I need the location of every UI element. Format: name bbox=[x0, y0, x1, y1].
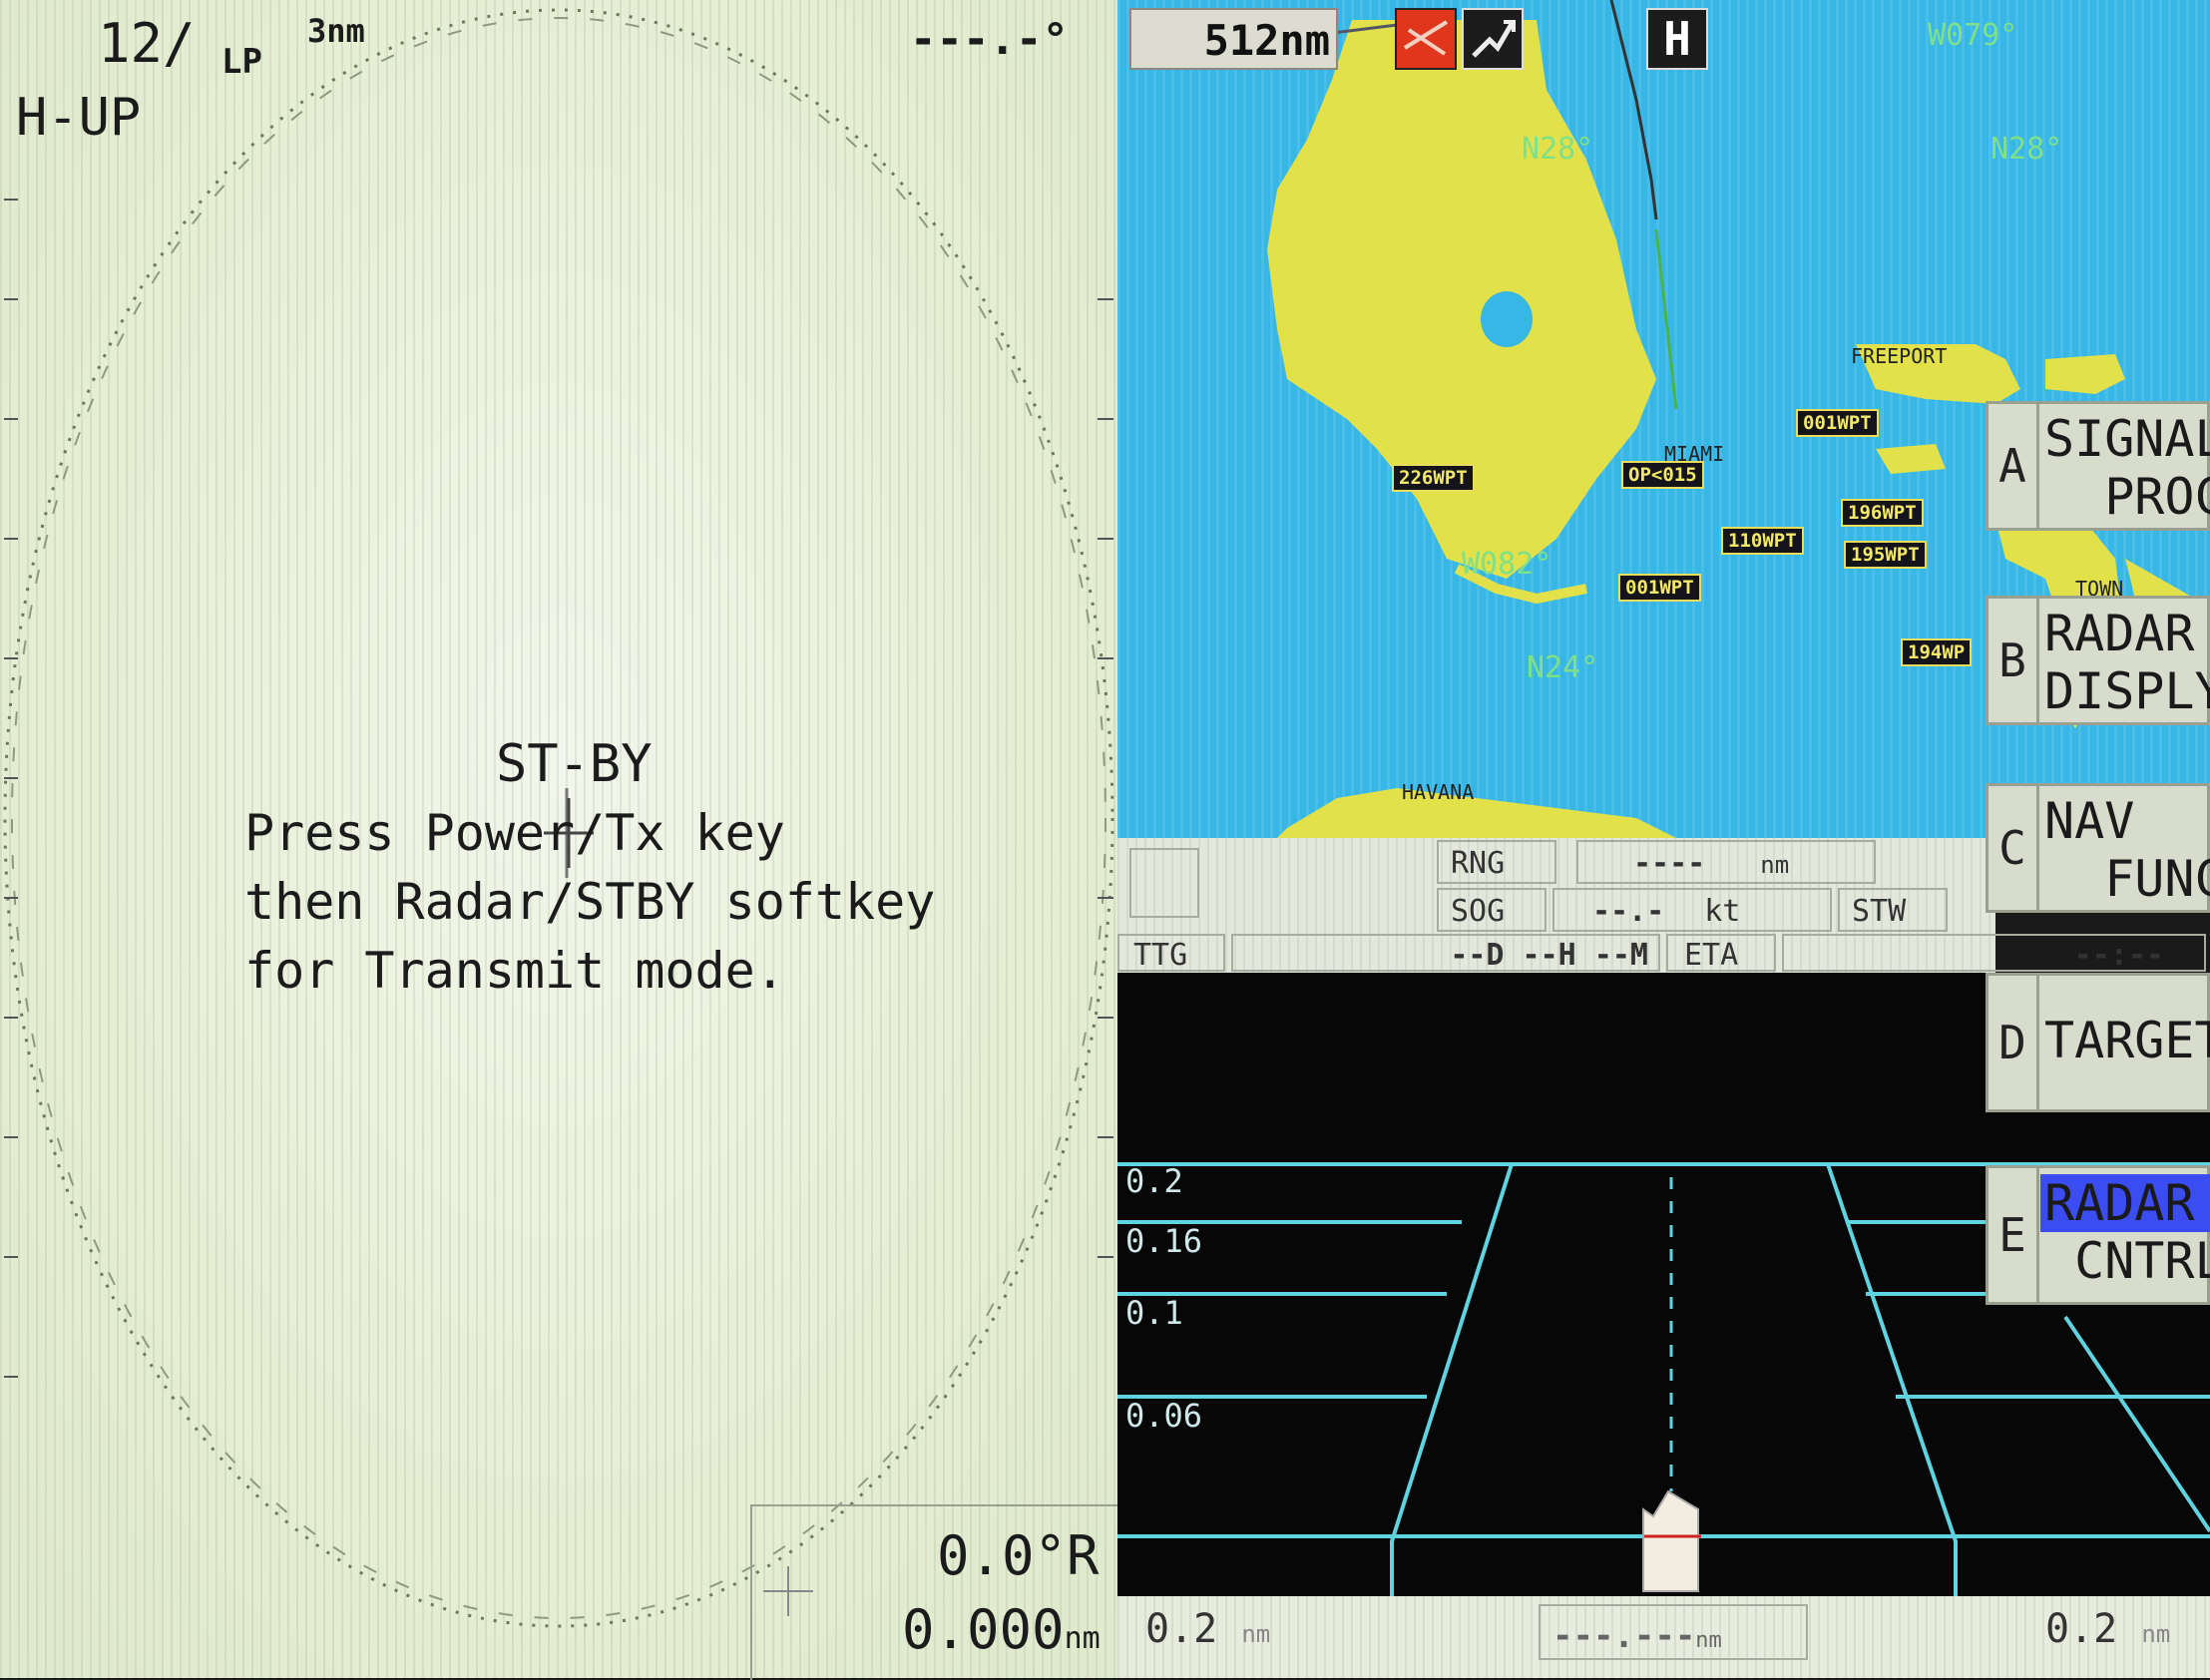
rng-unit: nm bbox=[1760, 851, 1790, 879]
softkey-letter: B bbox=[1989, 599, 2039, 722]
eta-value: --:-- bbox=[1782, 934, 2206, 973]
cursor-range-value: 0.000 bbox=[902, 1598, 1065, 1661]
rng-value: ---- nm bbox=[1576, 840, 1876, 884]
route-icon[interactable] bbox=[1462, 8, 1524, 70]
waypoint-marker[interactable]: 001WPT bbox=[1796, 409, 1879, 437]
right-scale-value: 0.2 bbox=[2045, 1606, 2118, 1652]
place-label: HAVANA bbox=[1402, 780, 1475, 804]
standby-status: ST-BY bbox=[496, 734, 653, 794]
xte-unit: nm bbox=[1695, 1628, 1722, 1653]
range-scale[interactable]: 12/ bbox=[98, 12, 196, 75]
right-scale: 0.2 nm bbox=[2045, 1606, 2170, 1652]
waypoint-marker[interactable]: 226WPT bbox=[1392, 464, 1475, 492]
left-scale: 0.2 nm bbox=[1145, 1606, 1270, 1652]
softkey-d-target[interactable]: D TARGET bbox=[1986, 973, 2210, 1112]
cursor-range: 0.000nm bbox=[902, 1598, 1101, 1661]
softkey-letter: C bbox=[1989, 786, 2039, 910]
heading-readout: ---.-° bbox=[910, 14, 1069, 65]
softkey-label: RADAR DISPLY bbox=[2044, 605, 2210, 720]
standby-message-line-3: for Transmit mode. bbox=[244, 942, 785, 1000]
h-button[interactable]: H bbox=[1646, 8, 1708, 70]
waypoint-marker[interactable]: 110WPT bbox=[1721, 527, 1804, 555]
softkey-b-radar-display[interactable]: B RADAR DISPLY bbox=[1986, 596, 2210, 725]
softkey-letter: E bbox=[1989, 1168, 2039, 1302]
rng-label: RNG bbox=[1437, 840, 1556, 884]
sog-value-text: --.- bbox=[1592, 894, 1665, 929]
chart-range-box[interactable]: 512nm bbox=[1129, 8, 1338, 70]
grid-label: N28° bbox=[1990, 132, 2063, 167]
eta-label: ETA bbox=[1666, 934, 1776, 973]
xte-value: ---.--- bbox=[1552, 1616, 1696, 1656]
softkey-label: NAV FUNC bbox=[2044, 792, 2210, 908]
softkey-e-radar-cntrl[interactable]: E RADAR CNTRL bbox=[1986, 1165, 2210, 1305]
place-label: FREEPORT bbox=[1851, 344, 1948, 368]
grid-label: W079° bbox=[1928, 18, 2018, 53]
waypoint-marker[interactable]: 001WPT bbox=[1618, 574, 1701, 602]
ttg-value: --D --H --M bbox=[1231, 934, 1660, 973]
left-scale-unit: nm bbox=[1241, 1620, 1271, 1648]
ttg-label: TTG bbox=[1117, 934, 1225, 973]
rng-value-text: ---- bbox=[1633, 846, 1706, 881]
pulse-length[interactable]: LP bbox=[221, 42, 262, 82]
highway-scale-label: 0.16 bbox=[1125, 1222, 1203, 1260]
range-rings: 3nm bbox=[307, 12, 365, 50]
nav-data-panel: RNG ---- nm SOG --.- kt STW TTG --D --H --… bbox=[1117, 838, 2206, 973]
softkey-letter: A bbox=[1989, 404, 2039, 528]
nav-indicator-box bbox=[1129, 848, 1199, 918]
highway-scale-label: 0.2 bbox=[1125, 1162, 1183, 1200]
sog-unit: kt bbox=[1704, 894, 1741, 929]
grid-label: W082° bbox=[1462, 547, 1552, 582]
stw-label: STW bbox=[1838, 888, 1948, 932]
mob-icon[interactable] bbox=[1395, 8, 1457, 70]
highway-scale-bar: 0.2 nm ---.---nm 0.2 nm bbox=[1117, 1596, 2210, 1678]
grid-label: N28° bbox=[1522, 132, 1594, 167]
softkey-label: RADAR CNTRL bbox=[2044, 1174, 2210, 1290]
softkey-a-signal-proc[interactable]: A SIGNAL PROC. bbox=[1986, 401, 2210, 531]
softkey-label: TARGET bbox=[2044, 1012, 2210, 1069]
sog-value: --.- kt bbox=[1552, 888, 1832, 932]
xte-readout: ---.---nm bbox=[1539, 1604, 1808, 1660]
standby-message-line-2: then Radar/STBY softkey bbox=[244, 873, 936, 931]
sog-label: SOG bbox=[1437, 888, 1547, 932]
waypoint-marker[interactable]: 196WPT bbox=[1841, 499, 1924, 527]
cursor-range-unit: nm bbox=[1064, 1621, 1101, 1656]
waypoint-marker[interactable]: OP<015 bbox=[1621, 461, 1704, 489]
softkey-letter: D bbox=[1989, 976, 2039, 1109]
highway-scale-label: 0.06 bbox=[1125, 1397, 1203, 1435]
grid-label: N24° bbox=[1527, 650, 1599, 685]
orientation-mode[interactable]: H-UP bbox=[16, 88, 141, 148]
cursor-readout-box: 0.0°R 0.000nm bbox=[750, 1504, 1119, 1680]
chart-range: 512nm bbox=[1203, 16, 1330, 65]
radar-display[interactable]: 12/ LP 3nm H-UP ---.-° ST-BY Press Power… bbox=[0, 0, 1117, 1678]
waypoint-marker[interactable]: 194WP bbox=[1901, 638, 1973, 666]
cursor-bearing: 0.0°R bbox=[937, 1524, 1100, 1587]
waypoint-marker[interactable]: 195WPT bbox=[1844, 541, 1927, 569]
right-scale-unit: nm bbox=[2141, 1620, 2171, 1648]
highway-scale-label: 0.1 bbox=[1125, 1294, 1183, 1332]
left-scale-value: 0.2 bbox=[1145, 1606, 1218, 1652]
softkey-label: SIGNAL PROC. bbox=[2044, 410, 2210, 526]
standby-message-line-1: Press Power/Tx key bbox=[244, 804, 785, 862]
softkey-c-nav-func[interactable]: C NAV FUNC bbox=[1986, 783, 2210, 913]
